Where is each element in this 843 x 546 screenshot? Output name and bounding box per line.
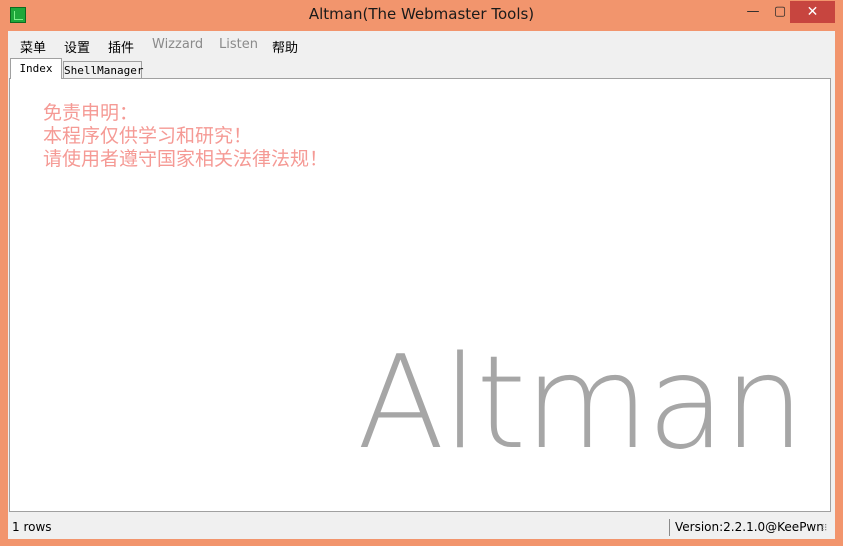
status-divider bbox=[669, 519, 670, 536]
menu-item-menu[interactable]: 菜单 bbox=[20, 37, 46, 56]
disclaimer-line: 免责申明： bbox=[43, 102, 139, 124]
close-icon: ✕ bbox=[806, 4, 819, 20]
disclaimer-line: 请使用者遵守国家相关法律法规！ bbox=[43, 148, 329, 170]
disclaimer-text: 免责申明： 本程序仅供学习和研究！ 请使用者遵守国家相关法律法规！ bbox=[43, 102, 328, 171]
tab-shellmanager[interactable]: ShellManager bbox=[63, 61, 143, 79]
menu-item-help[interactable]: 帮助 bbox=[272, 37, 298, 56]
row-count: 1 rows bbox=[12, 520, 52, 534]
status-bar: 1 rows Version:2.2.1.0@KeePwn ⠿ bbox=[8, 516, 835, 539]
window-title: Altman(The Webmaster Tools) bbox=[308, 5, 535, 23]
tab-index[interactable]: Index bbox=[10, 58, 62, 79]
menu-item-plugins[interactable]: 插件 bbox=[108, 37, 134, 56]
minimize-button[interactable]: — bbox=[739, 1, 767, 23]
client-area: 菜单 设置 插件 Wizzard Listen 帮助 Index ShellMa… bbox=[8, 31, 835, 539]
menu-item-settings[interactable]: 设置 bbox=[64, 37, 90, 56]
version-label: Version:2.2.1.0@KeePwn bbox=[675, 520, 824, 534]
menu-item-listen[interactable]: Listen bbox=[219, 37, 258, 52]
maximize-icon: ▢ bbox=[773, 4, 787, 19]
disclaimer-line: 本程序仅供学习和研究！ bbox=[43, 125, 253, 147]
title-bar[interactable]: Altman(The Webmaster Tools) — ▢ ✕ bbox=[0, 0, 843, 31]
resize-grip-icon[interactable]: ⠿ bbox=[821, 524, 828, 534]
app-window: Altman(The Webmaster Tools) — ▢ ✕ 菜单 设置 … bbox=[0, 0, 843, 546]
minimize-icon: — bbox=[746, 4, 760, 19]
altman-logo-text: Altman bbox=[357, 329, 805, 478]
menu-bar: 菜单 设置 插件 Wizzard Listen 帮助 bbox=[8, 31, 835, 57]
close-button[interactable]: ✕ bbox=[790, 1, 835, 23]
menu-item-wizzard[interactable]: Wizzard bbox=[152, 37, 203, 52]
index-tab-panel: 免责申明： 本程序仅供学习和研究！ 请使用者遵守国家相关法律法规！ Altman bbox=[9, 78, 831, 512]
